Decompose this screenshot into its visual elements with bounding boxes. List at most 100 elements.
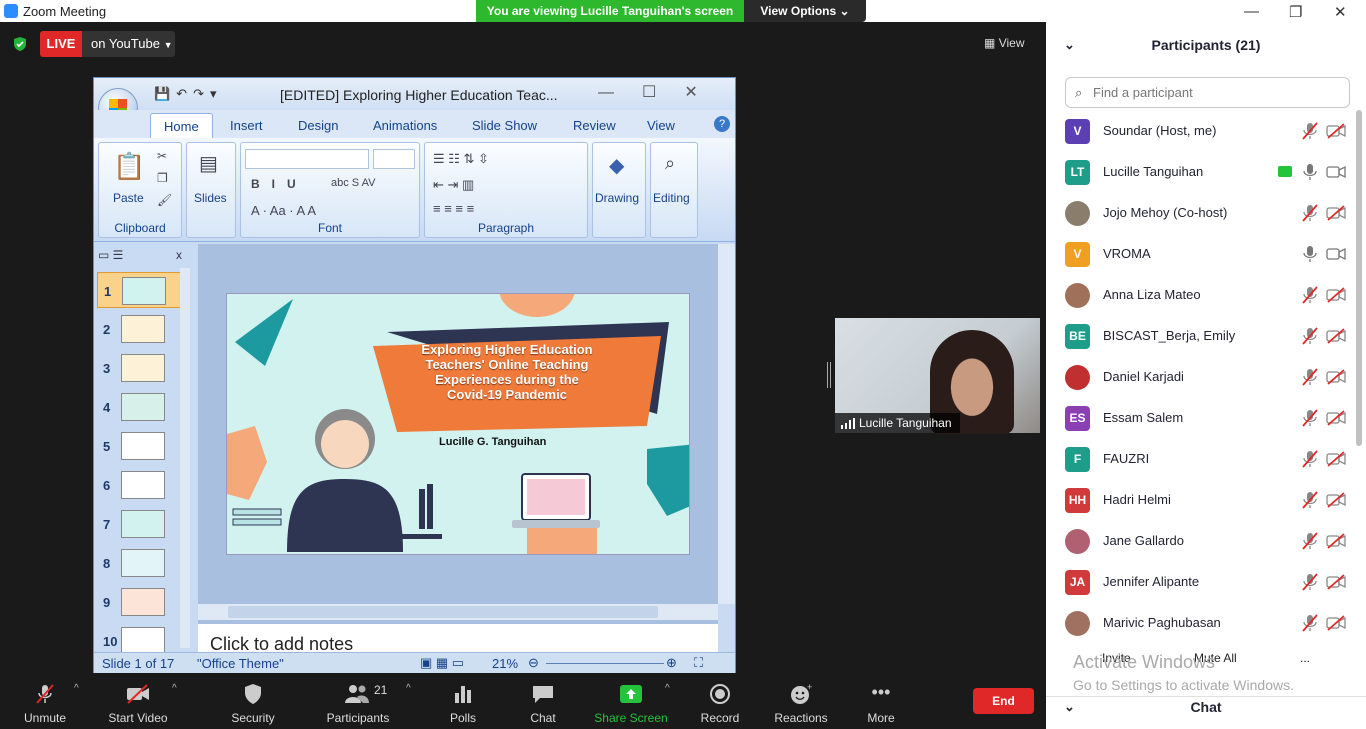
window-title: Zoom Meeting [23, 4, 107, 19]
cut-icon[interactable]: ✂ [157, 149, 167, 163]
zoom-out-icon[interactable]: ⊖ [528, 655, 539, 671]
video-off-icon [1326, 533, 1346, 549]
strikethrough-icon[interactable]: abc S AV [331, 177, 375, 189]
current-slide[interactable]: Exploring Higher Education Teachers' Onl… [226, 293, 690, 555]
participant-row[interactable]: F FAUZRI [1046, 439, 1356, 480]
chat-button[interactable]: Chat [526, 683, 560, 725]
participant-row[interactable]: HH Hadri Helmi [1046, 480, 1356, 521]
encryption-shield-icon[interactable] [12, 36, 28, 52]
participants-button[interactable]: 21 Participants [326, 683, 390, 725]
live-platform-label: on YouTube [91, 36, 160, 51]
view-button[interactable]: ▦ View [984, 32, 1036, 54]
activate-windows-title: Activate Windows [1073, 652, 1216, 672]
copy-icon[interactable]: ❐ [157, 171, 168, 185]
quick-access-toolbar[interactable]: 💾↶↷▾ [154, 86, 223, 102]
ppt-window-controls[interactable]: —☐✕ [598, 82, 726, 102]
collapse-chevron-icon[interactable]: ⌄ [1064, 697, 1075, 717]
outline-tabs[interactable]: ▭ ☰ x [98, 248, 182, 264]
audio-options-caret-icon[interactable]: ^ [74, 683, 79, 694]
tab-insert[interactable]: Insert [230, 118, 263, 133]
participant-row[interactable]: BE BISCAST_Berja, Emily [1046, 316, 1356, 357]
more-button[interactable]: ••• More [864, 683, 898, 725]
video-off-icon [1326, 287, 1346, 303]
tab-view[interactable]: View [647, 118, 675, 133]
slides-button[interactable]: Slides [194, 191, 227, 205]
participant-row[interactable]: Anna Liza Mateo [1046, 275, 1356, 316]
video-options-caret-icon[interactable]: ^ [172, 683, 177, 694]
participant-row[interactable]: LT Lucille Tanguihan [1046, 152, 1356, 193]
participant-list-scrollbar[interactable] [1356, 110, 1362, 446]
participant-name: Jennifer Alipante [1103, 574, 1200, 589]
slide-vertical-scrollbar[interactable] [718, 244, 735, 604]
bold-italic-underline-icons[interactable]: BIU [251, 177, 308, 191]
drawing-button[interactable]: Drawing [595, 191, 639, 205]
fit-slide-icon[interactable]: ⛶ [694, 655, 703, 671]
slide-thumbnail[interactable]: 1 [97, 272, 187, 308]
font-name-select[interactable] [245, 149, 369, 169]
font-color-icon[interactable]: A · Aa · A A [251, 203, 316, 218]
find-binoculars-icon[interactable]: ⌕ [665, 153, 675, 174]
slide-thumbnail[interactable]: 9 [97, 584, 187, 620]
chat-bubble-icon [533, 686, 553, 703]
tab-review[interactable]: Review [573, 118, 616, 133]
slide-thumbnail[interactable]: 4 [97, 389, 187, 425]
indent-icons[interactable]: ⇤ ⇥ ▥ [433, 177, 474, 193]
slide-thumbnail[interactable]: 5 [97, 428, 187, 464]
participant-row[interactable]: V VROMA [1046, 234, 1356, 275]
participant-name: VROMA [1103, 246, 1151, 261]
tab-home[interactable]: Home [150, 113, 213, 140]
editing-button[interactable]: Editing [653, 191, 690, 205]
slide-thumbnail[interactable]: 8 [97, 545, 187, 581]
zoom-slider[interactable] [546, 663, 664, 664]
font-size-select[interactable] [373, 149, 415, 169]
caret-down-icon: ▼ [163, 40, 173, 50]
participant-avatar-photo [1065, 283, 1090, 308]
polls-button[interactable]: Polls [446, 683, 480, 725]
slide-thumbnail[interactable]: 7 [97, 506, 187, 542]
view-mode-icons[interactable]: ▣ ▦ ▭ [420, 655, 464, 671]
participant-row[interactable]: Marivic Paghubasan [1046, 603, 1356, 640]
shapes-icon[interactable]: ◆ [609, 153, 624, 178]
participant-row[interactable]: V Soundar (Host, me) [1046, 111, 1356, 152]
chat-section-header[interactable]: ⌄ Chat [1046, 696, 1366, 718]
participant-row[interactable]: JA Jennifer Alipante [1046, 562, 1356, 603]
reactions-button[interactable]: + Reactions [773, 683, 829, 725]
participant-row[interactable]: Daniel Karjadi [1046, 357, 1356, 398]
tab-slide-show[interactable]: Slide Show [472, 118, 537, 133]
slide-horizontal-scrollbar[interactable] [198, 604, 718, 620]
participant-row[interactable]: Jane Gallardo [1046, 521, 1356, 562]
live-platform-dropdown[interactable]: on YouTube ▼ [82, 31, 175, 57]
share-screen-button[interactable]: Share Screen [594, 683, 668, 725]
record-button[interactable]: Record [700, 683, 740, 725]
participant-video-tile[interactable]: Lucille Tanguihan [835, 318, 1040, 434]
security-button[interactable]: Security [230, 683, 276, 725]
ppt-document-title: [EDITED] Exploring Higher Education Teac… [280, 87, 558, 103]
tab-animations[interactable]: Animations [373, 118, 437, 133]
participant-row[interactable]: ES Essam Salem [1046, 398, 1356, 439]
new-slide-icon[interactable]: ▤ [199, 151, 218, 176]
slide-thumbnail[interactable]: 3 [97, 350, 187, 386]
list-icons[interactable]: ☰ ☷ ⇅ ⇳ [433, 151, 489, 167]
zoom-in-icon[interactable]: ⊕ [666, 655, 677, 671]
slide-thumbnail[interactable]: 2 [97, 311, 187, 347]
participants-caret-icon[interactable]: ^ [406, 683, 411, 694]
help-icon[interactable]: ? [714, 116, 730, 132]
more-options-button[interactable]: ... [1300, 651, 1310, 665]
paste-button[interactable]: Paste [113, 191, 144, 205]
thumbnail-scrollbar[interactable] [180, 268, 190, 648]
video-icon [1326, 246, 1346, 262]
align-icons[interactable]: ≡ ≡ ≡ ≡ [433, 201, 474, 216]
paste-icon[interactable]: 📋 [113, 151, 145, 182]
share-options-caret-icon[interactable]: ^ [665, 683, 670, 694]
tab-design[interactable]: Design [298, 118, 338, 133]
video-tile-resize-handle[interactable] [827, 362, 831, 388]
slide-thumbnail[interactable]: 6 [97, 467, 187, 503]
participant-avatar-photo [1065, 201, 1090, 226]
view-options-button[interactable]: View Options ⌄ [744, 0, 866, 22]
live-badge[interactable]: LIVE [40, 31, 82, 57]
end-meeting-button[interactable]: End [973, 688, 1034, 714]
participant-row[interactable]: Jojo Mehoy (Co-host) [1046, 193, 1356, 234]
unmute-button[interactable]: Unmute [22, 683, 68, 725]
start-video-button[interactable]: Start Video [107, 683, 169, 725]
format-painter-icon[interactable]: 🖌 [157, 193, 172, 207]
